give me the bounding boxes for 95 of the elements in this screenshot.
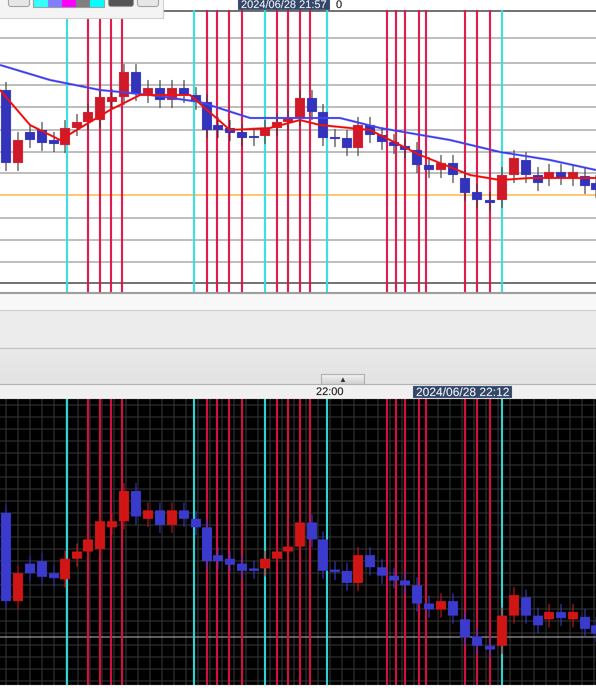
candlestick	[295, 90, 305, 126]
candlestick	[448, 592, 458, 624]
candlestick	[249, 560, 259, 580]
splitter-button[interactable]: ▲	[321, 374, 365, 384]
candlestick	[412, 142, 422, 174]
cursor-time-label: 2024/06/28 22:12	[413, 386, 512, 398]
candlestick	[95, 512, 105, 558]
candlestick	[283, 110, 293, 130]
candlestick	[365, 116, 375, 144]
time-axis-label: 22:00	[316, 386, 344, 398]
candlestick	[556, 164, 566, 186]
color-swatch[interactable]	[34, 0, 48, 7]
candlestick	[225, 120, 235, 142]
candlestick	[167, 80, 177, 108]
candlestick	[249, 128, 259, 146]
time-label: 0	[336, 0, 342, 10]
candlestick	[155, 502, 165, 534]
candlestick	[497, 607, 507, 654]
candlestick	[377, 558, 387, 584]
candlestick	[318, 104, 328, 146]
candlestick	[448, 154, 458, 184]
candlestick	[272, 114, 282, 136]
candlestick	[533, 166, 543, 192]
candlestick	[272, 543, 282, 568]
candlestick	[260, 550, 270, 577]
candlestick	[155, 80, 165, 108]
line-style-button[interactable]	[108, 0, 134, 7]
candlestick	[509, 586, 519, 624]
candlestick	[143, 502, 153, 528]
candlestick	[485, 192, 495, 212]
dash-style-button[interactable]	[137, 0, 159, 7]
candlestick	[424, 595, 434, 618]
candlestick	[260, 120, 270, 144]
candlestick	[365, 546, 375, 576]
candlestick	[37, 122, 47, 152]
candlestick	[521, 588, 531, 624]
candlestick	[568, 604, 578, 628]
candlestick	[436, 154, 446, 178]
candlestick	[83, 104, 93, 130]
candlestick	[556, 604, 566, 627]
candlestick	[460, 610, 470, 646]
candlestick	[472, 184, 482, 208]
candlestick	[131, 64, 141, 102]
candlestick	[295, 514, 305, 556]
color-swatch[interactable]	[48, 0, 62, 7]
candlestick	[72, 114, 82, 136]
candlestick	[377, 126, 387, 150]
candlestick	[497, 166, 507, 208]
candlestick	[237, 555, 247, 580]
candlestick	[25, 124, 35, 148]
color-swatch[interactable]	[90, 0, 104, 7]
tool-button[interactable]	[8, 0, 30, 7]
candlestick	[460, 170, 470, 202]
candlestick	[330, 128, 340, 148]
candlestick	[509, 150, 519, 184]
candlestick	[389, 567, 399, 590]
candlestick	[119, 482, 129, 530]
candlestick	[318, 530, 328, 580]
candlestick	[568, 164, 578, 186]
candlestick	[83, 530, 93, 560]
candlestick	[179, 80, 189, 104]
candlestick	[472, 628, 482, 654]
candlestick	[95, 88, 105, 128]
color-swatch[interactable]	[76, 0, 90, 7]
candlestick	[424, 156, 434, 178]
candlestick	[544, 164, 554, 186]
candlestick	[107, 88, 117, 110]
candlestick	[521, 152, 531, 184]
candlestick	[13, 132, 23, 172]
candlestick	[400, 138, 410, 158]
candlestick	[13, 564, 23, 610]
candlestick	[37, 552, 47, 586]
candlestick	[107, 512, 117, 536]
candlestick	[119, 64, 129, 106]
candlestick	[307, 90, 317, 120]
candlestick	[167, 502, 177, 534]
candlestick	[237, 124, 247, 146]
candlestick	[533, 607, 543, 634]
color-swatch[interactable]	[62, 0, 76, 7]
candlestick	[307, 514, 317, 548]
candlestick	[225, 550, 235, 574]
candlestick	[389, 134, 399, 154]
candlestick	[143, 80, 153, 104]
candlestick	[412, 576, 422, 612]
cursor-time-label: 2024/06/28 21:57	[238, 0, 330, 10]
candlestick	[283, 538, 293, 560]
candlestick	[330, 561, 340, 581]
candlestick	[544, 604, 554, 628]
candlestick	[25, 555, 35, 582]
candlestick	[400, 572, 410, 594]
candlestick	[485, 637, 495, 658]
candlestick	[179, 502, 189, 528]
candlestick	[131, 482, 141, 525]
candlestick	[436, 592, 446, 618]
candlestick	[72, 543, 82, 568]
